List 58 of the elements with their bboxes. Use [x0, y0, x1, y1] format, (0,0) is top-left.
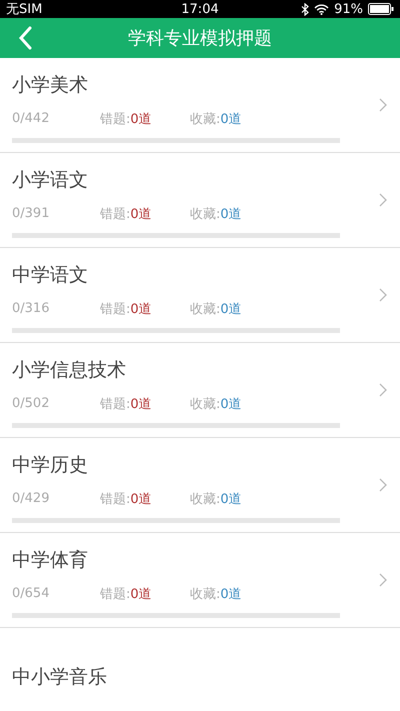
progress-count: 0/429	[12, 491, 50, 506]
wrong-label: 错题:	[100, 396, 130, 412]
chevron-icon	[378, 97, 388, 113]
progress-count: 0/654	[12, 586, 50, 601]
battery-percent: 91%	[334, 2, 363, 16]
favorite-count: 0道	[220, 396, 242, 412]
back-icon	[18, 26, 32, 50]
wrong-count: 0道	[130, 206, 152, 222]
wrong-count: 0道	[130, 490, 152, 508]
favorite-count: 0道	[220, 586, 242, 602]
favorite-label: 收藏:	[190, 110, 220, 128]
subject-row[interactable]: 中学历史 0/429 错题:0道 收藏:0道	[0, 438, 400, 533]
wrong-count: 0道	[130, 586, 152, 602]
chevron-icon	[378, 192, 388, 208]
subject-row[interactable]: 中学语文 0/316 错题:0道 收藏:0道	[0, 248, 400, 343]
favorite-label: 收藏:	[190, 490, 220, 508]
progress-count: 0/391	[12, 206, 50, 221]
wrong-label: 错题:	[100, 490, 130, 508]
progress-count: 0/442	[12, 111, 50, 126]
subject-name: 小学美术	[12, 72, 88, 98]
favorite-label: 收藏:	[190, 586, 220, 602]
favorite-count: 0道	[220, 490, 242, 508]
subject-name: 小学信息技术	[12, 358, 126, 382]
bluetooth-icon	[301, 2, 310, 16]
subject-name: 中学体育	[12, 548, 88, 572]
subject-name: 中小学音乐	[12, 665, 107, 690]
wrong-label: 错题:	[100, 206, 130, 222]
wrong-label: 错题:	[100, 110, 130, 128]
clock: 17:04	[181, 2, 219, 16]
wrong-count: 0道	[130, 396, 152, 412]
carrier-label: 无SIM	[6, 1, 42, 18]
chevron-icon	[378, 382, 388, 398]
favorite-label: 收藏:	[190, 396, 220, 412]
favorite-label: 收藏:	[190, 300, 220, 318]
favorite-count: 0道	[220, 110, 242, 128]
battery-icon	[368, 3, 394, 15]
chevron-icon	[378, 287, 388, 303]
chevron-icon	[378, 572, 388, 588]
wrong-count: 0道	[130, 110, 152, 128]
favorite-label: 收藏:	[190, 206, 220, 222]
subject-row[interactable]: 小学语文 0/391 错题:0道 收藏:0道	[0, 153, 400, 248]
subject-row[interactable]: 小学信息技术 0/502 错题:0道 收藏:0道	[0, 343, 400, 438]
wifi-icon	[314, 4, 330, 14]
favorite-count: 0道	[220, 300, 242, 318]
subject-row[interactable]: 中学体育 0/654 错题:0道 收藏:0道	[0, 533, 400, 628]
chevron-icon	[378, 477, 388, 493]
wrong-count: 0道	[130, 300, 152, 318]
wrong-label: 错题:	[100, 300, 130, 318]
progress-count: 0/502	[12, 396, 50, 411]
favorite-count: 0道	[220, 206, 242, 222]
subject-name: 小学语文	[12, 168, 88, 192]
progress-count: 0/316	[12, 301, 50, 316]
page-title: 学科专业模拟押题	[127, 27, 273, 50]
wrong-label: 错题:	[100, 586, 130, 602]
subject-name: 中学语文	[12, 262, 88, 288]
subject-name: 中学历史	[12, 452, 88, 478]
subject-row[interactable]: 小学美术 0/442 错题:0道 收藏:0道	[0, 58, 400, 153]
subject-row[interactable]: 中小学音乐	[0, 628, 400, 711]
